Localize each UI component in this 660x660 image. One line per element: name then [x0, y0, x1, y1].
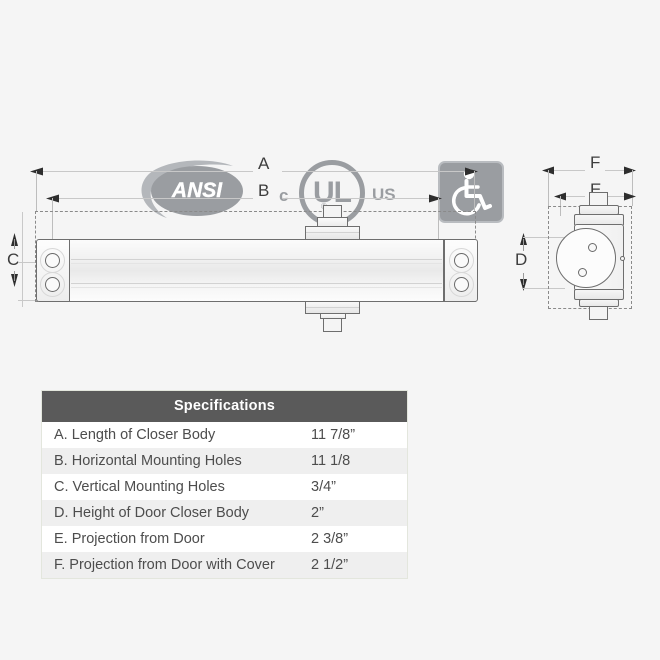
dimension-line-f-left — [551, 170, 585, 171]
arrow-a-right-icon — [465, 167, 478, 176]
arrow-c-bottom-icon — [11, 271, 18, 287]
body-ridge-1 — [71, 259, 442, 260]
ev-mounting-hole-upper — [588, 243, 597, 252]
dimension-line-b-left — [56, 198, 253, 199]
mounting-hole-upper-left — [45, 253, 60, 268]
table-row: D. Height of Door Closer Body 2” — [42, 500, 407, 526]
top-spindle-ridge — [306, 232, 359, 233]
arrow-a-left-icon — [30, 167, 43, 176]
arrow-d-top-icon — [520, 233, 527, 251]
table-row: E. Projection from Door 2 3/8” — [42, 526, 407, 552]
spec-value: 3/4” — [311, 479, 336, 495]
dimension-label-a: A — [258, 154, 270, 173]
arrow-c-top-icon — [11, 233, 18, 249]
extension-line-a-right — [474, 171, 475, 211]
certification-logo-strip: ANSI c UL ® US — [0, 78, 660, 226]
ev-bottom-spindle-stub — [589, 306, 608, 320]
dimension-line-a-left — [40, 171, 253, 172]
spec-label: A. Length of Closer Body — [54, 427, 216, 443]
table-row: C. Vertical Mounting Holes 3/4” — [42, 474, 407, 500]
spec-label: E. Projection from Door — [54, 531, 205, 547]
top-spindle-base — [305, 226, 360, 240]
spec-value: 2” — [311, 505, 324, 521]
table-row: F. Projection from Door with Cover 2 1/2… — [42, 552, 407, 578]
dimension-line-a-right — [282, 171, 476, 172]
spec-label: D. Height of Door Closer Body — [54, 505, 250, 521]
dimension-line-b-right — [282, 198, 440, 199]
mounting-hole-lower-right — [454, 277, 469, 292]
dimension-label-b: B — [258, 181, 270, 200]
specifications-table: Specifications A. Length of Closer Body … — [41, 390, 408, 579]
ev-top-spindle-stub — [589, 192, 608, 206]
ev-side-port — [620, 256, 625, 261]
spec-value: 2 1/2” — [311, 557, 349, 573]
body-ridge-2 — [71, 263, 442, 264]
dimension-label-f: F — [590, 153, 601, 172]
spec-value: 11 1/8 — [311, 453, 351, 469]
arrow-b-left-icon — [46, 194, 59, 203]
spec-label: C. Vertical Mounting Holes — [54, 479, 225, 495]
extension-line-f-left — [548, 170, 549, 206]
body-ridge-4 — [71, 287, 442, 288]
arrow-b-right-icon — [429, 194, 442, 203]
table-row: B. Horizontal Mounting Holes 11 1/8 — [42, 448, 407, 474]
ev-mounting-hole-lower — [578, 268, 587, 277]
arrow-f-right-icon — [624, 166, 636, 175]
spec-value: 11 7/8” — [311, 427, 356, 443]
bottom-spindle-ridge — [306, 307, 359, 308]
ev-body-circle — [556, 228, 616, 288]
spec-label: F. Projection from Door with Cover — [54, 557, 275, 573]
mounting-hole-upper-right — [454, 253, 469, 268]
spec-value: 2 3/8” — [311, 531, 349, 547]
closer-body — [69, 239, 444, 302]
dimension-label-d: D — [515, 250, 528, 269]
specifications-table-header: Specifications — [42, 391, 407, 422]
bottom-spindle-stub — [323, 318, 342, 332]
body-ridge-3 — [71, 283, 442, 284]
mounting-hole-lower-left — [45, 277, 60, 292]
table-row: A. Length of Closer Body 11 7/8” — [42, 422, 407, 448]
extension-line-c — [22, 212, 23, 307]
dimension-label-c: C — [7, 250, 20, 269]
extension-line-a-left — [36, 171, 37, 211]
spec-label: B. Horizontal Mounting Holes — [54, 453, 242, 469]
arrow-e-right-icon — [624, 192, 636, 201]
spec-sheet-page: ANSI c UL ® US A — [0, 0, 660, 660]
door-closer-end-view: F E D — [505, 153, 660, 360]
